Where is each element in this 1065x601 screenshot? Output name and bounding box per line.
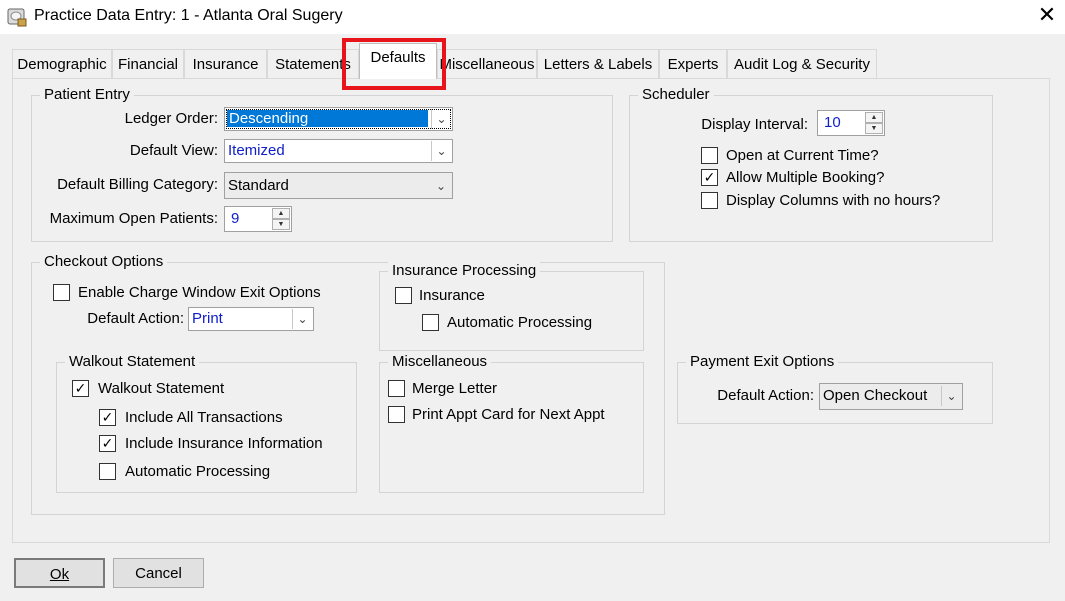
cancel-button[interactable]: Cancel bbox=[113, 558, 204, 588]
include-all-transactions-checkbox[interactable]: ✓ bbox=[99, 409, 116, 426]
display-interval-stepper[interactable]: 10 ▲ ▼ bbox=[817, 110, 885, 136]
include-insurance-checkbox[interactable]: ✓ bbox=[99, 435, 116, 452]
tab-experts[interactable]: Experts bbox=[659, 49, 727, 79]
payment-default-action-label: Default Action: bbox=[717, 387, 814, 404]
defaults-panel: Patient Entry Ledger Order: Descending ⌄… bbox=[12, 78, 1050, 543]
chevron-down-icon[interactable]: ⌄ bbox=[941, 386, 961, 406]
insurance-label: Insurance bbox=[419, 287, 485, 304]
chevron-down-icon[interactable]: ⌄ bbox=[292, 309, 312, 329]
open-current-time-label: Open at Current Time? bbox=[726, 147, 879, 164]
payment-default-action-select[interactable]: Open Checkout ⌄ bbox=[819, 383, 963, 410]
enable-exit-options-label: Enable Charge Window Exit Options bbox=[78, 284, 321, 301]
display-interval-label: Display Interval: bbox=[701, 116, 808, 133]
tab-letters-labels[interactable]: Letters & Labels bbox=[537, 49, 659, 79]
merge-letter-checkbox[interactable] bbox=[388, 380, 405, 397]
walkout-statement-group: Walkout Statement ✓ Walkout Statement ✓ … bbox=[56, 353, 357, 493]
insurance-automatic-processing-checkbox[interactable] bbox=[422, 314, 439, 331]
spin-down-icon[interactable]: ▼ bbox=[865, 123, 883, 134]
billing-category-label: Default Billing Category: bbox=[57, 176, 218, 193]
enable-exit-options-checkbox[interactable] bbox=[53, 284, 70, 301]
max-open-patients-label: Maximum Open Patients: bbox=[49, 210, 218, 227]
insurance-processing-group: Insurance Processing Insurance Automatic… bbox=[379, 262, 644, 351]
ledger-order-value: Descending bbox=[227, 110, 428, 127]
payment-default-action-value: Open Checkout bbox=[823, 387, 928, 404]
include-insurance-label: Include Insurance Information bbox=[125, 435, 323, 452]
cancel-button-label: Cancel bbox=[135, 565, 182, 582]
title-bar: Practice Data Entry: 1 - Atlanta Oral Su… bbox=[0, 0, 1065, 34]
spin-down-icon[interactable]: ▼ bbox=[272, 219, 290, 230]
allow-multiple-booking-checkbox[interactable]: ✓ bbox=[701, 169, 718, 186]
max-open-patients-value: 9 bbox=[231, 210, 240, 227]
print-appt-card-label: Print Appt Card for Next Appt bbox=[412, 406, 605, 423]
chevron-down-icon[interactable]: ⌄ bbox=[431, 176, 451, 196]
checkout-options-legend: Checkout Options bbox=[40, 253, 168, 270]
display-interval-value: 10 bbox=[824, 114, 841, 131]
walkout-statement-label: Walkout Statement bbox=[98, 380, 225, 397]
ledger-order-select[interactable]: Descending ⌄ bbox=[224, 107, 453, 131]
checkout-default-action-value: Print bbox=[192, 310, 223, 327]
app-icon bbox=[6, 6, 28, 28]
patient-entry-legend: Patient Entry bbox=[40, 86, 134, 103]
tab-audit-log-security[interactable]: Audit Log & Security bbox=[727, 49, 877, 79]
walkout-automatic-processing-checkbox[interactable] bbox=[99, 463, 116, 480]
checkout-default-action-select[interactable]: Print ⌄ bbox=[188, 307, 314, 331]
billing-category-select[interactable]: Standard ⌄ bbox=[224, 172, 453, 199]
walkout-statement-legend: Walkout Statement bbox=[65, 353, 200, 370]
open-current-time-checkbox[interactable] bbox=[701, 147, 718, 164]
payment-exit-options-group: Payment Exit Options Default Action: Ope… bbox=[677, 353, 993, 424]
ok-button-label: Ok bbox=[49, 566, 70, 583]
insurance-automatic-processing-label: Automatic Processing bbox=[447, 314, 593, 331]
tab-insurance[interactable]: Insurance bbox=[184, 49, 267, 79]
close-icon[interactable]: ✕ bbox=[1036, 4, 1058, 28]
tab-defaults[interactable]: Defaults bbox=[359, 43, 437, 79]
insurance-processing-legend: Insurance Processing bbox=[388, 262, 541, 279]
miscellaneous-group: Miscellaneous Merge Letter Print Appt Ca… bbox=[379, 353, 644, 493]
spin-up-icon[interactable]: ▲ bbox=[272, 208, 290, 219]
default-view-label: Default View: bbox=[129, 142, 218, 159]
checkout-options-group: Checkout Options Enable Charge Window Ex… bbox=[31, 253, 665, 515]
payment-exit-options-legend: Payment Exit Options bbox=[686, 353, 839, 370]
default-view-select[interactable]: Itemized ⌄ bbox=[224, 139, 453, 163]
print-appt-card-checkbox[interactable] bbox=[388, 406, 405, 423]
default-view-value: Itemized bbox=[228, 142, 285, 159]
scheduler-legend: Scheduler bbox=[638, 86, 714, 103]
chevron-down-icon[interactable]: ⌄ bbox=[431, 141, 451, 161]
spin-up-icon[interactable]: ▲ bbox=[865, 112, 883, 123]
include-all-transactions-label: Include All Transactions bbox=[125, 409, 283, 426]
miscellaneous-legend: Miscellaneous bbox=[388, 353, 492, 370]
tab-miscellaneous[interactable]: Miscellaneous bbox=[437, 49, 537, 79]
merge-letter-label: Merge Letter bbox=[412, 380, 498, 397]
tab-statements[interactable]: Statements bbox=[267, 49, 359, 79]
patient-entry-group: Patient Entry Ledger Order: Descending ⌄… bbox=[31, 86, 613, 242]
walkout-statement-checkbox[interactable]: ✓ bbox=[72, 380, 89, 397]
window-title: Practice Data Entry: 1 - Atlanta Oral Su… bbox=[34, 7, 343, 24]
billing-category-value: Standard bbox=[228, 177, 289, 194]
display-columns-checkbox[interactable] bbox=[701, 192, 718, 209]
insurance-checkbox[interactable] bbox=[395, 287, 412, 304]
allow-multiple-booking-label: Allow Multiple Booking? bbox=[726, 169, 885, 186]
tab-financial[interactable]: Financial bbox=[112, 49, 184, 79]
display-columns-label: Display Columns with no hours? bbox=[726, 192, 941, 209]
max-open-patients-stepper[interactable]: 9 ▲ ▼ bbox=[224, 206, 292, 232]
walkout-automatic-processing-label: Automatic Processing bbox=[125, 463, 271, 480]
ok-button[interactable]: Ok bbox=[14, 558, 105, 588]
checkout-default-action-label: Default Action: bbox=[87, 310, 184, 327]
ledger-order-label: Ledger Order: bbox=[124, 110, 218, 127]
chevron-down-icon[interactable]: ⌄ bbox=[431, 109, 451, 129]
tab-demographic[interactable]: Demographic bbox=[12, 49, 112, 79]
scheduler-group: Scheduler Display Interval: 10 ▲ ▼ Open … bbox=[629, 86, 993, 242]
